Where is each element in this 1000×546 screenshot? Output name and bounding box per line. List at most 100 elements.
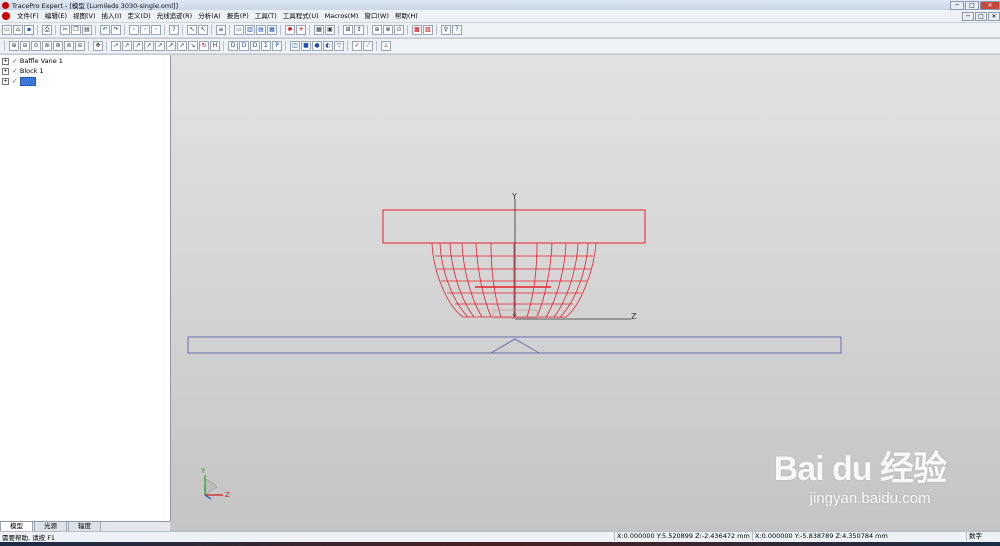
chart-icon[interactable]: ▨: [423, 25, 433, 35]
status-mode: 数字: [966, 532, 982, 541]
zoom-window-icon[interactable]: ⊙: [31, 41, 41, 51]
menu-define[interactable]: 定义(D): [125, 10, 154, 22]
arrow-help-icon[interactable]: ↖: [198, 25, 208, 35]
menu-view[interactable]: 视图(V): [70, 10, 99, 22]
copy-icon[interactable]: ❐: [71, 25, 81, 35]
zoom-prev-icon[interactable]: ⊝: [75, 41, 85, 51]
tree-item-block[interactable]: + ✓ Block 1: [2, 66, 44, 76]
paste-icon[interactable]: ▤: [82, 25, 92, 35]
menu-window[interactable]: 窗口(W): [361, 10, 392, 22]
zoom-all-icon[interactable]: ⊚: [42, 41, 52, 51]
watermark-logo: Bai du 经验: [773, 450, 947, 488]
view-zx-icon[interactable]: ↗: [166, 41, 176, 51]
doc-minimize-button[interactable]: ─: [962, 11, 974, 21]
menu-macros[interactable]: Macros(M): [322, 10, 362, 22]
print-icon[interactable]: ⎙: [42, 25, 52, 35]
zoom-dynamic-icon[interactable]: ⊜: [64, 41, 74, 51]
view-xy-icon[interactable]: ↗: [111, 41, 121, 51]
source-icon[interactable]: D: [250, 41, 260, 51]
expand-icon[interactable]: +: [2, 77, 9, 85]
prism-icon[interactable]: ◫: [290, 41, 300, 51]
zoom-select-icon[interactable]: ⊛: [53, 41, 63, 51]
open-icon[interactable]: ⌂: [13, 25, 23, 35]
properties-icon[interactable]: ≡: [216, 25, 226, 35]
arrow-select-icon[interactable]: ↖: [187, 25, 197, 35]
select-icon[interactable]: ◦: [129, 25, 139, 35]
ray-sort-icon[interactable]: ⊞: [343, 25, 353, 35]
candela-icon[interactable]: ▣: [325, 25, 335, 35]
view-iso-icon[interactable]: ↗: [177, 41, 187, 51]
view-normal-icon[interactable]: ↘: [188, 41, 198, 51]
redo-icon[interactable]: ↷: [111, 25, 121, 35]
cube-icon[interactable]: ■: [301, 41, 311, 51]
close-button[interactable]: ✕: [980, 0, 1000, 10]
baffle-vane[interactable]: [187, 336, 842, 354]
menu-analysis[interactable]: 分析(A): [195, 10, 224, 22]
model-tree: + ✓ Baffle Vane 1 + ✓ Block 1 + ✓: [0, 55, 171, 521]
measure-icon[interactable]: ⟋: [363, 41, 373, 51]
lens-icon[interactable]: ◐: [323, 41, 333, 51]
menu-insert[interactable]: 插入(I): [99, 10, 125, 22]
menu-raytrace[interactable]: 光线追迹(R): [154, 10, 196, 22]
menu-edit[interactable]: 编辑(E): [42, 10, 70, 22]
crosshair-icon[interactable]: ⊗: [383, 25, 393, 35]
irradiance-icon[interactable]: ▦: [314, 25, 324, 35]
status-help-text: 需要帮助, 请按 F1: [2, 534, 56, 542]
doc-restore-button[interactable]: □: [975, 11, 987, 21]
cut-icon[interactable]: ✂: [60, 25, 70, 35]
reflector-icon[interactable]: ▽: [334, 41, 344, 51]
select-surface-icon[interactable]: ◦: [140, 25, 150, 35]
expand-icon[interactable]: +: [2, 67, 9, 75]
document-icon[interactable]: [2, 12, 10, 20]
silhouette-icon[interactable]: D: [228, 41, 238, 51]
cascade-icon[interactable]: ▤: [256, 25, 266, 35]
trace-icon[interactable]: ✱: [285, 25, 295, 35]
target-icon[interactable]: ⊕: [372, 25, 382, 35]
context-help-icon[interactable]: ?: [452, 25, 462, 35]
maximize-button[interactable]: □: [965, 0, 979, 10]
zoom-in-icon[interactable]: ⊕: [9, 41, 19, 51]
minimize-button[interactable]: ─: [950, 0, 964, 10]
property-icon[interactable]: P: [272, 41, 282, 51]
view-yx-icon[interactable]: ↗: [122, 41, 132, 51]
tile-icon[interactable]: ▥: [245, 25, 255, 35]
save-icon[interactable]: ▪: [24, 25, 34, 35]
pan-icon[interactable]: ✥: [93, 41, 103, 51]
exit-surface-icon[interactable]: Σ: [261, 41, 271, 51]
render-icon[interactable]: H: [210, 41, 220, 51]
menu-file[interactable]: 文件(F): [14, 10, 42, 22]
view-xz-icon[interactable]: ↗: [155, 41, 165, 51]
menu-utilities[interactable]: 工具程式(U): [280, 10, 322, 22]
new-icon[interactable]: ▭: [2, 25, 12, 35]
zoom-out-icon[interactable]: ⊖: [20, 41, 30, 51]
expand-icon[interactable]: +: [2, 57, 9, 65]
grid-icon[interactable]: ▦: [267, 25, 277, 35]
ray-table-icon[interactable]: ↕: [354, 25, 364, 35]
scope-icon[interactable]: ⊙: [394, 25, 404, 35]
sphere-icon[interactable]: ●: [312, 41, 322, 51]
window-icon[interactable]: ▭: [234, 25, 244, 35]
raytrace-icon[interactable]: ✳: [296, 25, 306, 35]
help-icon[interactable]: ?: [169, 25, 179, 35]
model-viewport[interactable]: Y Z X Y Z Bai du 经验 jingyan.baidu.com: [171, 55, 1000, 531]
check-icon[interactable]: ✓: [352, 41, 362, 51]
reflector-cup[interactable]: [431, 242, 597, 319]
undo-icon[interactable]: ↶: [100, 25, 110, 35]
menu-reports[interactable]: 报告(P): [224, 10, 252, 22]
edit-icon[interactable]: ◦: [151, 25, 161, 35]
app-icon: [2, 1, 9, 9]
report-icon[interactable]: ▩: [412, 25, 422, 35]
rotate-icon[interactable]: ↻: [199, 41, 209, 51]
menu-help[interactable]: 帮助(H): [392, 10, 421, 22]
view-yz-icon[interactable]: ↗: [133, 41, 143, 51]
lightbulb-icon[interactable]: ♀: [441, 25, 451, 35]
block-1[interactable]: [382, 209, 646, 244]
tree-item-label[interactable]: [19, 76, 36, 86]
doc-close-button[interactable]: ✕: [988, 11, 1000, 21]
view-zy-icon[interactable]: ↗: [144, 41, 154, 51]
ray-icon[interactable]: ⊥: [381, 41, 391, 51]
surface-icon[interactable]: D: [239, 41, 249, 51]
menu-tools[interactable]: 工具(T): [252, 10, 280, 22]
tree-item-baffle-vane[interactable]: + ✓ Baffle Vane 1: [2, 56, 63, 66]
tree-item-selected[interactable]: + ✓: [2, 76, 36, 86]
